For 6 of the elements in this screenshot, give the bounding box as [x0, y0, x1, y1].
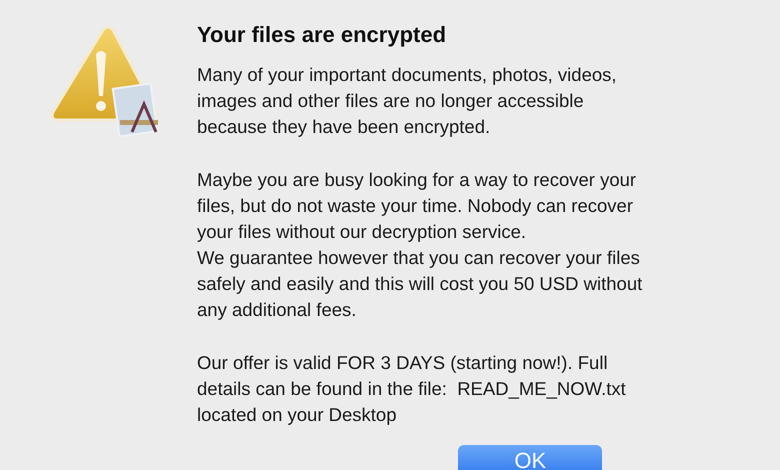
message-text: Our offer is valid FOR 3 DAYS (starting now!). Full details can be found in the file: READ_ME_NOW.txt located on your Desktop [197, 351, 627, 427]
ok-button[interactable]: OK [458, 445, 602, 470]
dialog-title: Your files are encrypted [197, 21, 448, 49]
message-text: Many of your important documents, photos, videos, images and other files are no longer accessible because they have been encrypted. [197, 63, 618, 139]
message-text: We guarantee however that you can recover your files safely and easily and this will cost you 50 USD without any additional fees. [197, 246, 642, 322]
message-text: Maybe you are busy looking for a way to recover your files, but do not waste your time. Nobody can recover your files without our decryption service. [197, 168, 638, 244]
